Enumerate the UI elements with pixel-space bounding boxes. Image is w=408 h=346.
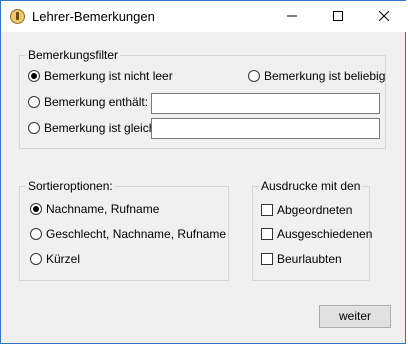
print-checkbox-1[interactable] [261, 228, 273, 240]
sort-radio-2[interactable] [30, 253, 42, 265]
sort-label-2: Kürzel [46, 252, 81, 266]
minimize-button[interactable] [269, 1, 315, 32]
sort-option-0[interactable]: Nachname, Rufname [30, 202, 159, 216]
sort-option-1[interactable]: Geschlecht, Nachname, Rufname [30, 227, 226, 241]
sort-option-2[interactable]: Kürzel [30, 252, 80, 266]
filter-any-label: Bemerkung ist beliebig [264, 69, 386, 83]
print-label-0: Abgeordneten [277, 203, 353, 217]
filter-equals-option[interactable]: Bemerkung ist gleich: [28, 121, 159, 135]
filter-contains-input[interactable] [151, 93, 380, 114]
minimize-icon [287, 15, 297, 17]
maximize-icon [333, 11, 343, 21]
filter-contains-label: Bemerkung enthält: [44, 95, 149, 109]
sort-label-1: Geschlecht, Nachname, Rufname [46, 227, 227, 241]
filter-equals-input[interactable] [151, 118, 380, 139]
next-button[interactable]: weiter [319, 305, 391, 328]
dialog-window: Lehrer-Bemerkungen Bemerkungsfilter Beme… [0, 0, 407, 344]
sort-legend: Sortieroptionen: [28, 179, 113, 193]
title-bar: Lehrer-Bemerkungen [1, 1, 407, 32]
close-button[interactable] [361, 1, 407, 32]
filter-not-empty-label: Bemerkung ist nicht leer [44, 69, 173, 83]
print-option-1[interactable]: Ausgeschiedenen [261, 227, 372, 241]
print-option-2[interactable]: Beurlaubten [261, 252, 342, 266]
maximize-button[interactable] [315, 1, 361, 32]
filter-equals-label: Bemerkung ist gleich: [44, 121, 159, 135]
print-checkbox-0[interactable] [261, 204, 273, 216]
filter-equals-radio[interactable] [28, 122, 40, 134]
window-title: Lehrer-Bemerkungen [32, 9, 155, 24]
print-label-1: Ausgeschiedenen [277, 227, 373, 241]
print-checkbox-2[interactable] [261, 253, 273, 265]
filter-legend: Bemerkungsfilter [28, 48, 119, 62]
filter-not-empty-option[interactable]: Bemerkung ist nicht leer [28, 69, 173, 83]
filter-contains-option[interactable]: Bemerkung enthält: [28, 95, 148, 109]
print-legend: Ausdrucke mit den [261, 179, 361, 193]
sort-radio-0[interactable] [30, 203, 42, 215]
sort-label-0: Nachname, Rufname [46, 202, 160, 216]
filter-not-empty-radio[interactable] [28, 70, 40, 82]
filter-any-radio[interactable] [248, 70, 260, 82]
close-icon [379, 11, 389, 21]
print-option-0[interactable]: Abgeordneten [261, 203, 352, 217]
filter-contains-radio[interactable] [28, 96, 40, 108]
sort-radio-1[interactable] [30, 228, 42, 240]
app-icon [10, 9, 25, 24]
filter-any-option[interactable]: Bemerkung ist beliebig [248, 69, 385, 83]
print-label-2: Beurlaubten [277, 252, 342, 266]
